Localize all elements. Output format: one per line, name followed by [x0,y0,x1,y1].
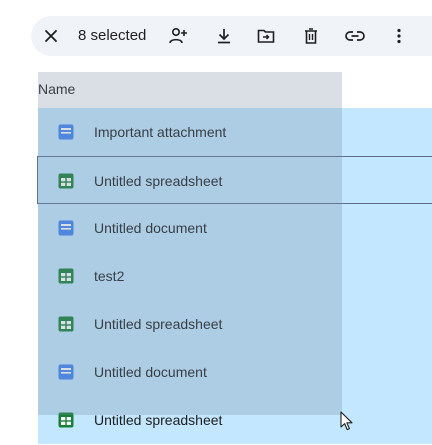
copy-link-button[interactable] [340,16,370,56]
link-icon [345,31,365,41]
file-name: Important attachment [94,124,227,140]
file-name: test2 [94,268,125,284]
file-name: Untitled spreadsheet [94,412,223,428]
mouse-pointer-icon [340,411,353,431]
close-icon [45,30,57,42]
focus-outline-edge [37,156,38,204]
more-actions-button[interactable] [387,16,411,56]
file-row[interactable]: Important attachment [38,108,432,156]
share-button[interactable] [163,16,193,56]
google-sheets-icon [58,316,74,332]
google-sheets-icon [58,268,74,284]
selection-count: 8 selected [78,27,147,44]
file-row[interactable]: Untitled spreadsheet [38,156,432,204]
google-sheets-icon [58,173,74,189]
more-vert-icon [397,28,401,44]
column-header-name[interactable]: Name [38,80,75,98]
google-docs-icon [58,220,74,236]
google-sheets-icon [58,412,74,428]
file-name: Untitled document [94,220,207,236]
download-icon [218,29,230,44]
clear-selection-button[interactable] [37,16,65,56]
google-docs-icon [58,124,74,140]
file-row[interactable]: Untitled document [38,348,432,396]
file-name: Untitled spreadsheet [94,173,223,189]
trash-button[interactable] [296,16,326,56]
move-button[interactable] [251,16,281,56]
file-row[interactable]: Untitled spreadsheet [38,300,432,348]
file-row[interactable]: Untitled document [38,204,432,252]
selection-toolbar: 8 selected [31,16,432,56]
file-name: Untitled document [94,364,207,380]
google-docs-icon [58,364,74,380]
file-row[interactable]: test2 [38,252,432,300]
trash-icon [305,28,317,44]
download-button[interactable] [209,16,239,56]
file-row[interactable]: Untitled spreadsheet [38,396,432,444]
file-name: Untitled spreadsheet [94,316,223,332]
person-add-icon [169,27,187,44]
folder-move-icon [257,29,275,43]
